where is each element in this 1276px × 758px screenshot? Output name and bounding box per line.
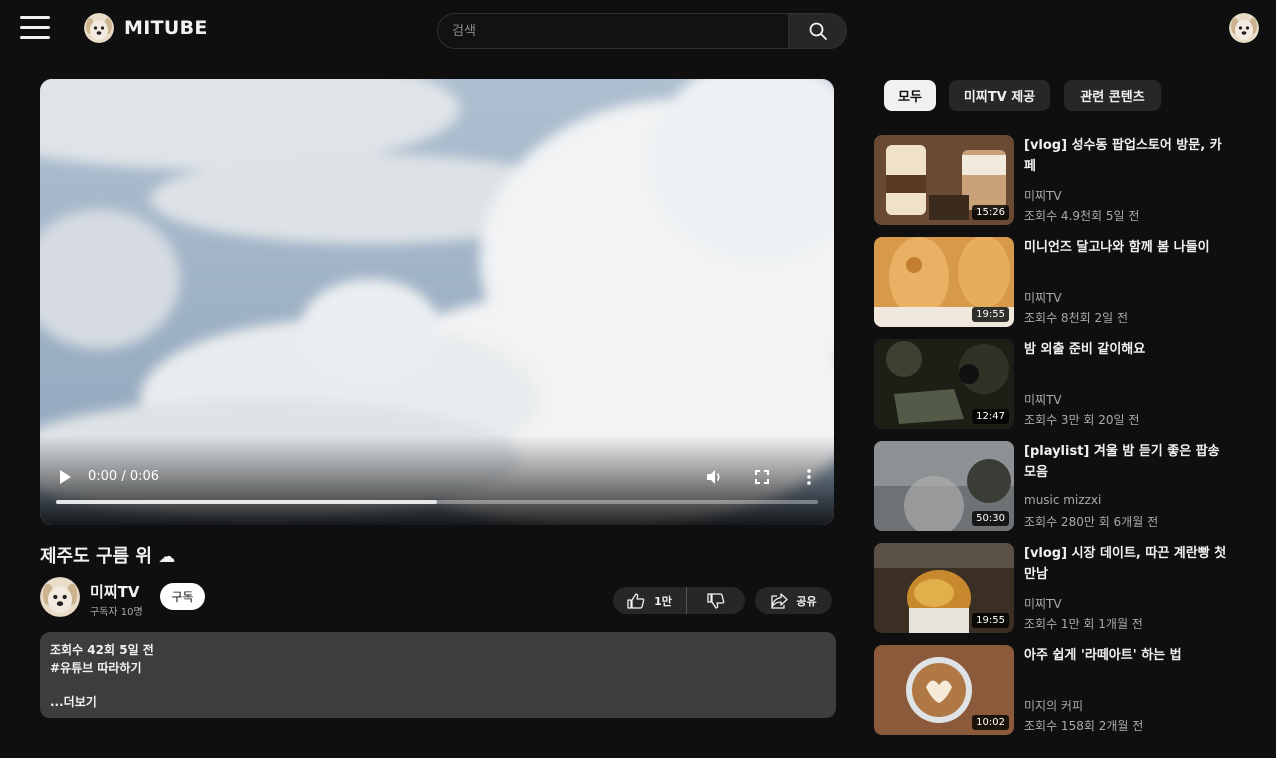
- video-duration: 19:55: [972, 613, 1009, 628]
- channel-avatar[interactable]: [40, 577, 80, 617]
- video-duration: 50:30: [972, 511, 1009, 526]
- search-input[interactable]: [437, 13, 788, 49]
- video-duration: 15:26: [972, 205, 1009, 220]
- related-video-item[interactable]: 50:30 [playlist] 겨울 밤 듣기 좋은 팝송 모음 music mi…: [874, 441, 1234, 531]
- related-video-title[interactable]: [vlog] 시장 데이트, 따끈 계란빵 첫만남: [1024, 543, 1229, 585]
- search-bar: [437, 13, 847, 49]
- logo-text: MITUBE: [124, 17, 208, 39]
- video-duration: 12:47: [972, 409, 1009, 424]
- related-video-channel[interactable]: 미찌TV: [1024, 595, 1062, 612]
- related-video-channel[interactable]: 미찌TV: [1024, 187, 1062, 204]
- related-video-item[interactable]: 10:02 아주 쉽게 '라떼아트' 하는 법미지의 커피조회수 158회 2개월…: [874, 645, 1234, 735]
- playback-time: 0:00 / 0:06: [88, 469, 160, 484]
- related-video-meta: 조회수 4.9천회 5일 전: [1024, 209, 1140, 223]
- subscribe-button[interactable]: 구독: [160, 583, 205, 610]
- related-video-title[interactable]: [playlist] 겨울 밤 듣기 좋은 팝송 모음: [1024, 441, 1229, 483]
- related-video-title[interactable]: 미니언즈 달고나와 함께 봄 나들이: [1024, 237, 1229, 258]
- video-duration: 19:55: [972, 307, 1009, 322]
- user-avatar[interactable]: [1229, 13, 1259, 43]
- video-title-text: 제주도 구름 위: [40, 546, 152, 567]
- search-button[interactable]: [788, 13, 847, 49]
- thumbs-up-icon: [627, 592, 645, 609]
- related-video-meta: 조회수 8천회 2일 전: [1024, 311, 1128, 325]
- video-player[interactable]: 0:00 / 0:06: [40, 79, 834, 525]
- share-icon: [771, 592, 789, 609]
- top-header: MITUBE: [0, 0, 1276, 56]
- share-button[interactable]: 공유: [755, 587, 832, 614]
- thumbs-down-icon: [707, 592, 725, 609]
- play-button[interactable]: [58, 469, 72, 485]
- description-box[interactable]: 조회수 42회 5일 전 #유튜브 따라하기 ...더보기: [40, 632, 836, 718]
- channel-name[interactable]: 미찌TV: [90, 581, 139, 602]
- progress-bar[interactable]: [56, 500, 818, 504]
- show-more-link[interactable]: ...더보기: [50, 693, 97, 711]
- related-video-item[interactable]: 12:47 밤 외출 준비 같이해요미찌TV 조회수 3만 회 20일 전: [874, 339, 1234, 429]
- dislike-button[interactable]: [687, 587, 745, 614]
- logo[interactable]: MITUBE: [84, 13, 208, 43]
- logo-puppy-icon: [84, 13, 114, 43]
- search-icon: [809, 22, 827, 40]
- related-video-item[interactable]: 19:55 미니언즈 달고나와 함께 봄 나들이미찌TV 조회수 8천회 2일 전: [874, 237, 1234, 327]
- related-video-channel[interactable]: music mizzxi: [1024, 493, 1101, 507]
- related-video-item[interactable]: 15:26 [vlog] 성수동 팝업스토어 방문, 카페미찌TV 조회수 4.9천…: [874, 135, 1234, 225]
- related-video-title[interactable]: 아주 쉽게 '라떼아트' 하는 법: [1024, 645, 1229, 666]
- related-video-meta: 조회수 3만 회 20일 전: [1024, 413, 1140, 427]
- menu-button[interactable]: [20, 16, 50, 40]
- progress-fill: [56, 500, 437, 504]
- cloud-emoji: ☁: [158, 547, 176, 567]
- related-video-channel[interactable]: 미지의 커피: [1024, 697, 1083, 714]
- video-thumbnail[interactable]: 12:47: [874, 339, 1014, 429]
- video-title: 제주도 구름 위 ☁: [40, 542, 175, 568]
- related-video-meta: 조회수 280만 회 6개월 전: [1024, 515, 1159, 529]
- related-video-channel[interactable]: 미찌TV: [1024, 289, 1062, 306]
- share-label: 공유: [796, 594, 817, 608]
- fullscreen-icon[interactable]: [755, 470, 769, 484]
- related-video-title[interactable]: 밤 외출 준비 같이해요: [1024, 339, 1229, 360]
- related-video-meta: 조회수 158회 2개월 전: [1024, 719, 1144, 733]
- related-video-title[interactable]: [vlog] 성수동 팝업스토어 방문, 카페: [1024, 135, 1229, 177]
- subscriber-count: 구독자 10명: [90, 607, 143, 618]
- volume-icon[interactable]: [705, 468, 723, 486]
- video-thumbnail[interactable]: 15:26: [874, 135, 1014, 225]
- chip-channel[interactable]: 미찌TV 제공: [949, 80, 1050, 111]
- like-button[interactable]: 1만: [613, 587, 687, 614]
- chip-all[interactable]: 모두: [884, 80, 936, 111]
- video-thumbnail[interactable]: 19:55: [874, 237, 1014, 327]
- chip-related[interactable]: 관련 콘텐츠: [1064, 80, 1161, 111]
- more-options-icon[interactable]: [806, 468, 812, 486]
- video-duration: 10:02: [972, 715, 1009, 730]
- hashtag[interactable]: #유튜브 따라하기: [50, 659, 826, 677]
- video-thumbnail[interactable]: 19:55: [874, 543, 1014, 633]
- like-count: 1만: [654, 594, 672, 608]
- related-video-item[interactable]: 19:55 [vlog] 시장 데이트, 따끈 계란빵 첫만남미찌TV 조회수 1만…: [874, 543, 1234, 633]
- video-thumbnail[interactable]: 50:30: [874, 441, 1014, 531]
- video-thumbnail[interactable]: 10:02: [874, 645, 1014, 735]
- related-video-meta: 조회수 1만 회 1개월 전: [1024, 617, 1143, 631]
- view-count-date: 조회수 42회 5일 전: [50, 643, 154, 657]
- related-video-channel[interactable]: 미찌TV: [1024, 391, 1062, 408]
- like-dislike-group: 1만: [613, 587, 745, 614]
